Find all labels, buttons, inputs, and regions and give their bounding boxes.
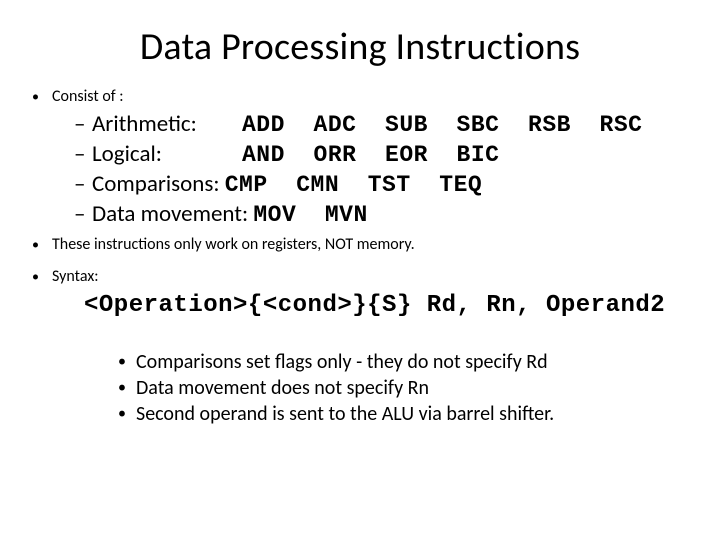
note-comparisons: • Comparisons set flags only - they do n… (118, 349, 700, 375)
note-data-movement: • Data movement does not specify Rn (118, 375, 700, 401)
category-ops: ADD ADC SUB SBC RSB RSC (242, 112, 642, 138)
note-text: Data movement does not specify Rn (136, 375, 429, 401)
notes: • Comparisons set flags only - they do n… (118, 349, 700, 427)
slide-body: • Consist of : – Arithmetic:ADD ADC SUB … (0, 86, 720, 427)
category-label: Arithmetic: (92, 110, 242, 139)
category-label: Comparisons: (92, 170, 220, 198)
category-ops: CMP CMN TST TEQ (225, 172, 482, 198)
bullet-registers-only: • These instructions only work on regist… (32, 234, 700, 256)
category-ops: MOV MVN (253, 202, 367, 228)
category-arithmetic: – Arithmetic:ADD ADC SUB SBC RSB RSC (74, 110, 700, 140)
bullet-dot-icon: • (32, 234, 38, 256)
dash-icon: – (74, 200, 92, 229)
instruction-categories: – Arithmetic:ADD ADC SUB SBC RSB RSC – L… (74, 110, 700, 230)
note-text: Comparisons set flags only - they do not… (136, 349, 548, 375)
category-label: Data movement: (92, 200, 248, 228)
bullet-consist-of: • Consist of : (32, 86, 700, 108)
bullet-dot-icon: • (32, 266, 38, 288)
bullet-text: Consist of : (52, 86, 124, 108)
note-second-operand: • Second operand is sent to the ALU via … (118, 401, 700, 427)
category-comparisons: – Comparisons: CMP CMN TST TEQ (74, 170, 700, 200)
slide-title: Data Processing Instructions (0, 0, 720, 86)
category-logical: – Logical:AND ORR EOR BIC (74, 140, 700, 170)
bullet-dot-icon: • (32, 86, 38, 108)
note-text: Second operand is sent to the ALU via ba… (136, 401, 554, 427)
syntax-expression: <Operation>{<cond>}{S} Rd, Rn, Operand2 (84, 292, 700, 319)
dash-icon: – (74, 170, 92, 199)
dash-icon: – (74, 110, 92, 139)
category-ops: AND ORR EOR BIC (242, 142, 499, 168)
bullet-text: Syntax: (52, 266, 99, 288)
bullet-syntax: • Syntax: (32, 266, 700, 288)
category-data-movement: – Data movement: MOV MVN (74, 200, 700, 230)
slide: Data Processing Instructions • Consist o… (0, 0, 720, 540)
bullet-text: These instructions only work on register… (52, 234, 415, 256)
bullet-dot-icon: • (118, 349, 126, 375)
bullet-dot-icon: • (118, 375, 126, 401)
dash-icon: – (74, 140, 92, 169)
bullet-dot-icon: • (118, 401, 126, 427)
category-label: Logical: (92, 140, 242, 169)
